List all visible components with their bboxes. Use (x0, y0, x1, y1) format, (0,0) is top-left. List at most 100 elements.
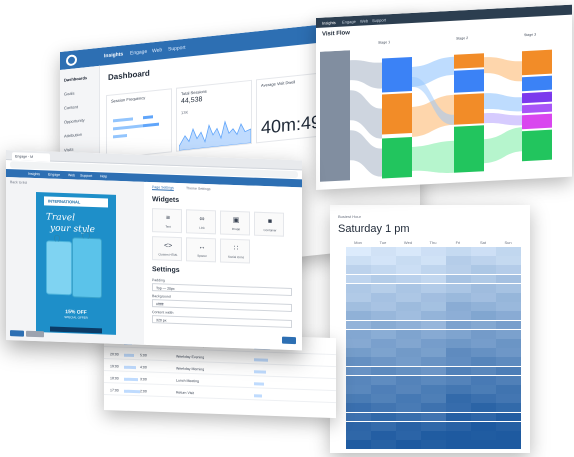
widget-container[interactable]: ■ Container (254, 211, 284, 237)
heatmap-cell[interactable] (496, 329, 521, 339)
heatmap-cell[interactable] (471, 311, 496, 321)
heatmap-cell[interactable] (346, 385, 371, 394)
heatmap-cell[interactable] (446, 394, 471, 403)
heatmap-cell[interactable] (446, 412, 471, 422)
tab-theme-settings[interactable]: Theme Settings (186, 186, 211, 191)
heatmap-cell[interactable] (496, 440, 521, 449)
heatmap-cell[interactable] (396, 302, 421, 311)
heatmap-cell[interactable] (496, 366, 521, 376)
sankey-node[interactable] (454, 69, 484, 93)
heatmap-cell[interactable] (371, 440, 396, 449)
heatmap-cell[interactable] (471, 320, 496, 330)
sankey-node[interactable] (382, 136, 412, 179)
heatmap-cell[interactable] (421, 403, 446, 413)
padding-field[interactable]: Top — 20px (152, 283, 292, 296)
heatmap-cell[interactable] (471, 274, 496, 284)
nav-engage[interactable]: Engage (342, 19, 356, 25)
nav-web[interactable]: Web (360, 18, 368, 23)
widget-image[interactable]: ▣ Image (220, 210, 250, 236)
heatmap-cell[interactable] (371, 302, 396, 311)
heatmap-cell[interactable] (346, 274, 371, 284)
heatmap-cell[interactable] (471, 412, 496, 422)
heatmap-cell[interactable] (471, 265, 496, 275)
sankey-node[interactable] (522, 49, 552, 76)
heatmap-cell[interactable] (371, 247, 396, 256)
sankey-node[interactable] (454, 93, 484, 125)
heatmap-cell[interactable] (421, 311, 446, 321)
heatmap-cell[interactable] (371, 320, 396, 330)
heatmap-cell[interactable] (446, 265, 471, 275)
heatmap-cell[interactable] (471, 329, 496, 339)
heatmap-cell[interactable] (496, 375, 521, 385)
heatmap-cell[interactable] (371, 265, 396, 275)
heatmap-cell[interactable] (446, 421, 471, 431)
heatmap-cell[interactable] (371, 274, 396, 284)
heatmap-cell[interactable] (496, 385, 521, 394)
sankey-node[interactable] (382, 92, 412, 135)
heatmap-cell[interactable] (421, 247, 446, 256)
heatmap-cell[interactable] (471, 431, 496, 440)
heatmap-cell[interactable] (496, 247, 521, 256)
heatmap-cell[interactable] (346, 256, 371, 265)
preview-button[interactable] (10, 330, 24, 337)
heatmap-cell[interactable] (496, 357, 521, 367)
tab-page-settings[interactable]: Page Settings (152, 185, 174, 190)
heatmap-cell[interactable] (496, 403, 521, 413)
heatmap-cell[interactable] (371, 339, 396, 348)
heatmap-cell[interactable] (421, 302, 446, 311)
heatmap-cell[interactable] (371, 366, 396, 376)
heatmap-cell[interactable] (496, 412, 521, 422)
nav-support[interactable]: Support (80, 174, 92, 178)
heatmap-cell[interactable] (496, 256, 521, 265)
test-button[interactable] (26, 330, 44, 338)
heatmap-cell[interactable] (446, 431, 471, 440)
heatmap-cell[interactable] (346, 265, 371, 275)
heatmap-cell[interactable] (446, 320, 471, 330)
heatmap-cell[interactable] (371, 421, 396, 431)
heatmap-cell[interactable] (396, 394, 421, 403)
heatmap-cell[interactable] (396, 375, 421, 385)
heatmap-cell[interactable] (346, 412, 371, 422)
heatmap-cell[interactable] (421, 421, 446, 431)
heatmap-cell[interactable] (396, 348, 421, 357)
nav-support[interactable]: Support (372, 17, 386, 23)
heatmap-cell[interactable] (396, 311, 421, 321)
heatmap-cell[interactable] (496, 320, 521, 330)
heatmap-cell[interactable] (421, 412, 446, 422)
heatmap-cell[interactable] (471, 366, 496, 376)
heatmap-cell[interactable] (346, 329, 371, 339)
heatmap-cell[interactable] (421, 375, 446, 385)
heatmap-cell[interactable] (371, 329, 396, 339)
heatmap-cell[interactable] (446, 403, 471, 413)
heatmap-cell[interactable] (421, 256, 446, 265)
heatmap-cell[interactable] (496, 431, 521, 440)
heatmap-cell[interactable] (346, 440, 371, 449)
nav-insights[interactable]: Insights (104, 51, 123, 59)
heatmap-cell[interactable] (371, 412, 396, 422)
widget-custom-html[interactable]: <> Custom HTML (152, 236, 182, 262)
sankey-node[interactable] (522, 129, 552, 162)
heatmap-cell[interactable] (446, 339, 471, 348)
heatmap-cell[interactable] (346, 283, 371, 293)
heatmap-cell[interactable] (471, 247, 496, 256)
heatmap-cell[interactable] (346, 366, 371, 376)
sidebar-item-dashboards[interactable]: Dashboards (64, 75, 87, 82)
heatmap-cell[interactable] (446, 329, 471, 339)
heatmap-cell[interactable] (471, 302, 496, 311)
heatmap-cell[interactable] (371, 394, 396, 403)
sidebar-item-attribution[interactable]: Attribution (64, 132, 82, 139)
heatmap-cell[interactable] (396, 274, 421, 284)
sankey-node[interactable] (382, 56, 412, 93)
sankey-node[interactable] (454, 125, 484, 173)
heatmap-cell[interactable] (396, 247, 421, 256)
heatmap-cell[interactable] (496, 274, 521, 284)
heatmap-cell[interactable] (396, 366, 421, 376)
nav-help[interactable]: Help (100, 174, 107, 178)
heatmap-cell[interactable] (371, 283, 396, 293)
ad-cta-button[interactable] (50, 326, 102, 334)
heatmap-cell[interactable] (396, 339, 421, 348)
nav-engage[interactable]: Engage (48, 172, 60, 176)
heatmap-cell[interactable] (421, 357, 446, 367)
heatmap-cell[interactable] (446, 357, 471, 367)
heatmap-cell[interactable] (471, 375, 496, 385)
